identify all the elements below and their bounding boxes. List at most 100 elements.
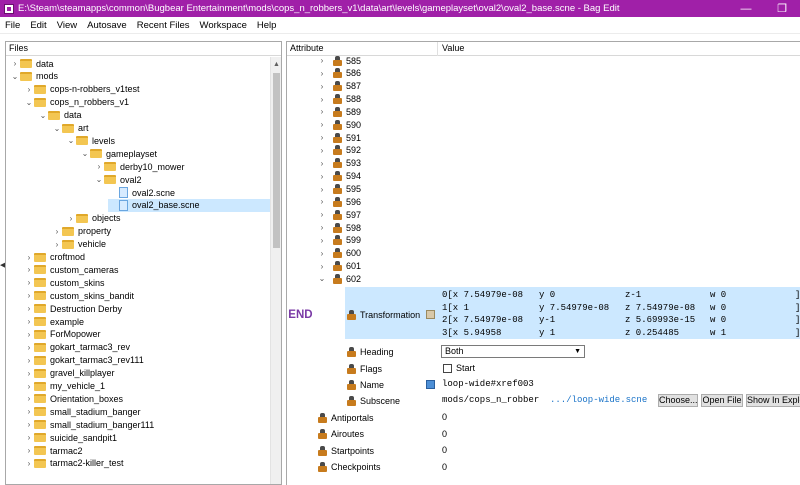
- matrix-cell[interactable]: w 0: [710, 303, 726, 313]
- tree-item[interactable]: › custom_skins_bandit: [24, 289, 134, 302]
- chevron-right-icon[interactable]: ›: [10, 57, 20, 70]
- scene-node[interactable]: › 598: [317, 221, 361, 234]
- matrix-cell[interactable]: z 7.54979e-08: [625, 303, 695, 313]
- scene-node[interactable]: › 600: [317, 247, 361, 260]
- chevron-right-icon[interactable]: ›: [317, 105, 327, 118]
- matrix-cell[interactable]: y 1: [539, 328, 555, 338]
- chevron-right-icon[interactable]: ›: [317, 131, 327, 144]
- matrix-cell[interactable]: 2[x 7.54979e-08: [442, 315, 523, 325]
- chevron-right-icon[interactable]: ›: [317, 247, 327, 260]
- chevron-down-icon[interactable]: ⌄: [66, 134, 76, 147]
- menu-edit[interactable]: Edit: [25, 20, 51, 31]
- tree-item[interactable]: › my_vehicle_1: [24, 380, 105, 393]
- tree-item[interactable]: › ForMopower: [24, 328, 101, 341]
- chevron-right-icon[interactable]: ›: [24, 83, 34, 96]
- chevron-right-icon[interactable]: ›: [317, 170, 327, 183]
- menu-recent-files[interactable]: Recent Files: [132, 20, 195, 31]
- show-in-explorer-button[interactable]: Show In Explc: [746, 394, 800, 407]
- chevron-down-icon[interactable]: ⌄: [52, 122, 62, 135]
- tree-item[interactable]: › derby10_mower: [94, 160, 185, 173]
- matrix-cell[interactable]: 0[x 7.54979e-08: [442, 290, 523, 300]
- tree-item[interactable]: › example: [24, 315, 84, 328]
- chevron-right-icon[interactable]: ›: [317, 54, 327, 67]
- scene-node[interactable]: › 595: [317, 183, 361, 196]
- tree-item[interactable]: ⌄ cops_n_robbers_v1: [24, 96, 129, 109]
- chevron-right-icon[interactable]: ›: [52, 225, 62, 238]
- chevron-right-icon[interactable]: ›: [24, 251, 34, 264]
- scroll-up-icon[interactable]: ▲: [271, 58, 281, 70]
- scene-node[interactable]: › 590: [317, 118, 361, 131]
- scene-node[interactable]: › 592: [317, 144, 361, 157]
- tree-item[interactable]: › small_stadium_banger: [24, 405, 141, 418]
- chevron-right-icon[interactable]: ›: [317, 80, 327, 93]
- heading-select[interactable]: Both ▼: [441, 345, 585, 358]
- matrix-cell[interactable]: z 5.69993e-15: [625, 315, 695, 325]
- matrix-cell[interactable]: w 1: [710, 328, 726, 338]
- matrix-cell[interactable]: ]: [795, 328, 800, 338]
- scene-node[interactable]: › 591: [317, 131, 361, 144]
- chevron-right-icon[interactable]: ›: [24, 418, 34, 431]
- tree-item[interactable]: ⌄ oval2: [94, 173, 142, 186]
- chevron-down-icon[interactable]: ⌄: [317, 272, 327, 285]
- chevron-right-icon[interactable]: ›: [24, 302, 34, 315]
- chevron-right-icon[interactable]: ›: [317, 234, 327, 247]
- chevron-right-icon[interactable]: ›: [24, 276, 34, 289]
- scene-node[interactable]: › 594: [317, 170, 361, 183]
- tree-item[interactable]: › Destruction Derby: [24, 302, 122, 315]
- tree-item[interactable]: oval2.scne: [108, 186, 175, 199]
- chevron-right-icon[interactable]: ›: [317, 195, 327, 208]
- tree-item[interactable]: › objects: [66, 212, 121, 225]
- chevron-right-icon[interactable]: ›: [24, 328, 34, 341]
- open-file-button[interactable]: Open File: [701, 394, 743, 407]
- tree-item[interactable]: ⌄ gameplayset: [80, 147, 157, 160]
- matrix-cell[interactable]: w 0: [710, 290, 726, 300]
- chevron-right-icon[interactable]: ›: [317, 260, 327, 273]
- chevron-right-icon[interactable]: ›: [24, 457, 34, 470]
- minimize-button[interactable]: —: [728, 0, 764, 17]
- section-row[interactable]: Checkpoints: [318, 461, 381, 474]
- chevron-right-icon[interactable]: ›: [317, 208, 327, 221]
- menu-autosave[interactable]: Autosave: [82, 20, 132, 31]
- files-scrollbar[interactable]: ▲: [270, 57, 281, 484]
- chevron-down-icon[interactable]: ⌄: [94, 173, 104, 186]
- tree-item[interactable]: ⌄ art: [52, 122, 89, 135]
- tree-item[interactable]: › custom_skins: [24, 276, 105, 289]
- section-row[interactable]: Antiportals: [318, 411, 374, 424]
- matrix-cell[interactable]: z-1: [625, 290, 641, 300]
- chevron-down-icon[interactable]: ⌄: [80, 147, 90, 160]
- chevron-right-icon[interactable]: ›: [24, 315, 34, 328]
- matrix-cell[interactable]: 3[x 5.94958: [442, 328, 501, 338]
- tree-item[interactable]: › vehicle: [52, 238, 106, 251]
- chevron-right-icon[interactable]: ›: [24, 405, 34, 418]
- choose-button[interactable]: Choose...: [658, 394, 698, 407]
- chevron-right-icon[interactable]: ›: [94, 160, 104, 173]
- section-row[interactable]: Startpoints: [318, 444, 374, 457]
- save-icon[interactable]: [426, 380, 435, 389]
- chevron-right-icon[interactable]: ›: [52, 238, 62, 251]
- tree-item[interactable]: oval2_base.scne: [108, 198, 270, 212]
- chevron-right-icon[interactable]: ›: [317, 183, 327, 196]
- chevron-right-icon[interactable]: ›: [317, 93, 327, 106]
- scene-node[interactable]: › 585: [317, 54, 361, 67]
- matrix-cell[interactable]: ]: [795, 315, 800, 325]
- tree-item[interactable]: › suicide_sandpit1: [24, 431, 117, 444]
- chevron-down-icon[interactable]: ⌄: [10, 70, 20, 83]
- matrix-cell[interactable]: y-1: [539, 315, 555, 325]
- scroll-thumb[interactable]: [273, 73, 280, 248]
- chevron-right-icon[interactable]: ›: [66, 212, 76, 225]
- chevron-right-icon[interactable]: ›: [317, 144, 327, 157]
- tree-item[interactable]: › gokart_tarmac3_rev: [24, 341, 130, 354]
- value-column-header[interactable]: Value: [439, 42, 464, 56]
- matrix-cell[interactable]: w 0: [710, 315, 726, 325]
- menu-file[interactable]: File: [0, 20, 25, 31]
- tree-item[interactable]: › small_stadium_banger111: [24, 418, 155, 431]
- scene-node[interactable]: › 601: [317, 260, 361, 273]
- chevron-right-icon[interactable]: ›: [24, 289, 34, 302]
- chevron-right-icon[interactable]: ›: [24, 354, 34, 367]
- menu-view[interactable]: View: [52, 20, 82, 31]
- chevron-right-icon[interactable]: ›: [24, 341, 34, 354]
- name-value[interactable]: loop-wide#xref003: [442, 379, 534, 389]
- tree-item[interactable]: › croftmod: [24, 251, 85, 264]
- tree-item[interactable]: ⌄ mods: [10, 70, 58, 83]
- menu-help[interactable]: Help: [252, 20, 282, 31]
